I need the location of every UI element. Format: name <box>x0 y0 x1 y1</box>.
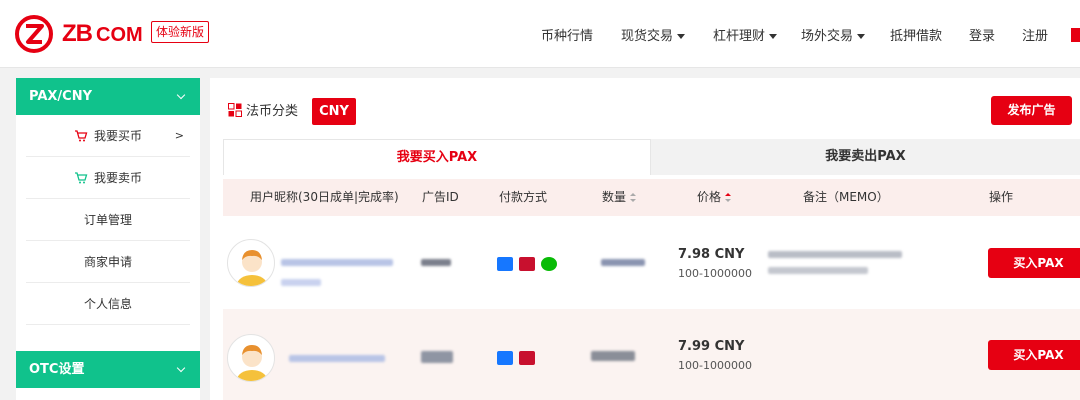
nav-margin[interactable]: 杠杆理财 <box>713 25 778 45</box>
sidebar-item-label: 我要买币 <box>93 129 142 143</box>
sidebar-section-otc-settings[interactable]: OTC设置 <box>16 351 200 388</box>
table-header: 用户昵称(30日成单|完成率) 广告ID 付款方式 数量 价格 备注（MEMO）… <box>223 179 1080 216</box>
sidebar-section-pax-cny[interactable]: PAX/CNY <box>16 78 200 115</box>
publish-ad-button[interactable]: 发布广告 <box>991 96 1072 125</box>
avatar[interactable] <box>227 239 275 287</box>
buy-pax-button[interactable]: 买入PAX <box>988 248 1080 278</box>
column-price[interactable]: 价格 <box>697 179 732 216</box>
blurred-stats <box>281 279 321 286</box>
alipay-icon <box>497 257 513 271</box>
zb-logo-icon <box>15 15 53 53</box>
sidebar-item-label: 商家申请 <box>83 255 132 269</box>
sidebar-item-buy[interactable]: 我要买币 > <box>26 115 190 157</box>
user-avatar-icon <box>237 345 267 381</box>
blurred-ad-id <box>421 259 451 266</box>
chevron-down-icon <box>769 34 778 39</box>
buy-cart-icon <box>74 129 88 141</box>
tab-buy-pax[interactable]: 我要买入PAX <box>223 139 651 175</box>
main-panel: 法币分类 CNY 发布广告 我要买入PAX 我要卖出PAX 用户昵称(30日成单… <box>210 78 1080 400</box>
try-new-version-badge[interactable]: 体验新版 <box>151 21 210 43</box>
nav-loan[interactable]: 抵押借款 <box>890 25 942 45</box>
sidebar-item-sell[interactable]: 我要卖币 <box>26 157 190 199</box>
sidebar-item-label: 个人信息 <box>83 297 132 311</box>
sidebar-item-merchant-apply[interactable]: 商家申请 <box>26 241 190 283</box>
chevron-down-icon <box>677 34 686 39</box>
sell-cart-icon <box>74 171 88 183</box>
fiat-category: 法币分类 <box>228 100 298 119</box>
logo-wordmark: ZB COM <box>62 20 143 47</box>
column-action: 操作 <box>989 190 1014 204</box>
nav-spot-trading[interactable]: 现货交易 <box>621 25 686 45</box>
column-user: 用户昵称(30日成单|完成率) <box>250 190 399 204</box>
nav-login[interactable]: 登录 <box>969 25 995 45</box>
sidebar-item-orders[interactable]: 订单管理 <box>26 199 190 241</box>
sidebar-item-label: 订单管理 <box>83 213 132 227</box>
column-payment: 付款方式 <box>499 190 548 204</box>
zb-logo[interactable]: ZB COM <box>14 14 143 54</box>
price-value: 7.99 CNY <box>678 339 745 354</box>
sidebar-item-profile[interactable]: 个人信息 <box>26 283 190 325</box>
nav-market[interactable]: 币种行情 <box>541 25 593 45</box>
language-flag-icon[interactable] <box>1071 28 1080 42</box>
top-header: ZB COM 体验新版 币种行情 现货交易 杠杆理财 场外交易 抵押借款 登录 注… <box>0 0 1080 68</box>
buy-pax-button[interactable]: 买入PAX <box>988 340 1080 370</box>
chevron-down-icon <box>176 363 186 373</box>
currency-cny-button[interactable]: CNY <box>312 98 356 125</box>
alipay-icon <box>497 351 513 365</box>
nav-register[interactable]: 注册 <box>1022 25 1048 45</box>
sort-icon <box>725 193 732 202</box>
sidebar-item-label: 我要卖币 <box>93 171 142 185</box>
fiat-category-label: 法币分类 <box>246 104 299 119</box>
nav-otc[interactable]: 场外交易 <box>801 25 866 45</box>
limit-range: 100-1000000 <box>678 267 752 280</box>
blurred-username <box>289 355 385 362</box>
limit-range: 100-1000000 <box>678 359 752 372</box>
table-row: 7.98 CNY 100-1000000 买入PAX <box>223 217 1080 309</box>
column-quantity[interactable]: 数量 <box>602 179 637 216</box>
sidebar: PAX/CNY 我要买币 > 我要卖币 订单管理 商家申请 个人信息 OTC设置 <box>16 78 200 400</box>
avatar[interactable] <box>227 334 275 382</box>
wechat-pay-icon <box>541 257 557 271</box>
chevron-down-icon <box>857 34 866 39</box>
blurred-quantity <box>591 351 635 361</box>
unionpay-icon <box>519 351 535 365</box>
chevron-down-icon <box>176 90 186 100</box>
table-row: 7.99 CNY 100-1000000 买入PAX <box>223 309 1080 400</box>
category-grid-icon <box>228 102 242 117</box>
price-value: 7.98 CNY <box>678 247 745 262</box>
chevron-right-icon: > <box>174 129 184 142</box>
trade-tabs: 我要买入PAX 我要卖出PAX <box>223 139 1080 175</box>
blurred-username <box>281 259 393 266</box>
sort-icon <box>630 193 637 202</box>
blurred-quantity <box>601 259 645 266</box>
column-ad-id: 广告ID <box>422 190 459 204</box>
tab-sell-pax[interactable]: 我要卖出PAX <box>651 139 1080 175</box>
blurred-memo <box>768 267 868 274</box>
column-memo: 备注（MEMO） <box>803 190 889 204</box>
blurred-memo <box>768 251 902 258</box>
blurred-ad-id <box>421 351 453 363</box>
unionpay-icon <box>519 257 535 271</box>
user-avatar-icon <box>237 250 267 286</box>
